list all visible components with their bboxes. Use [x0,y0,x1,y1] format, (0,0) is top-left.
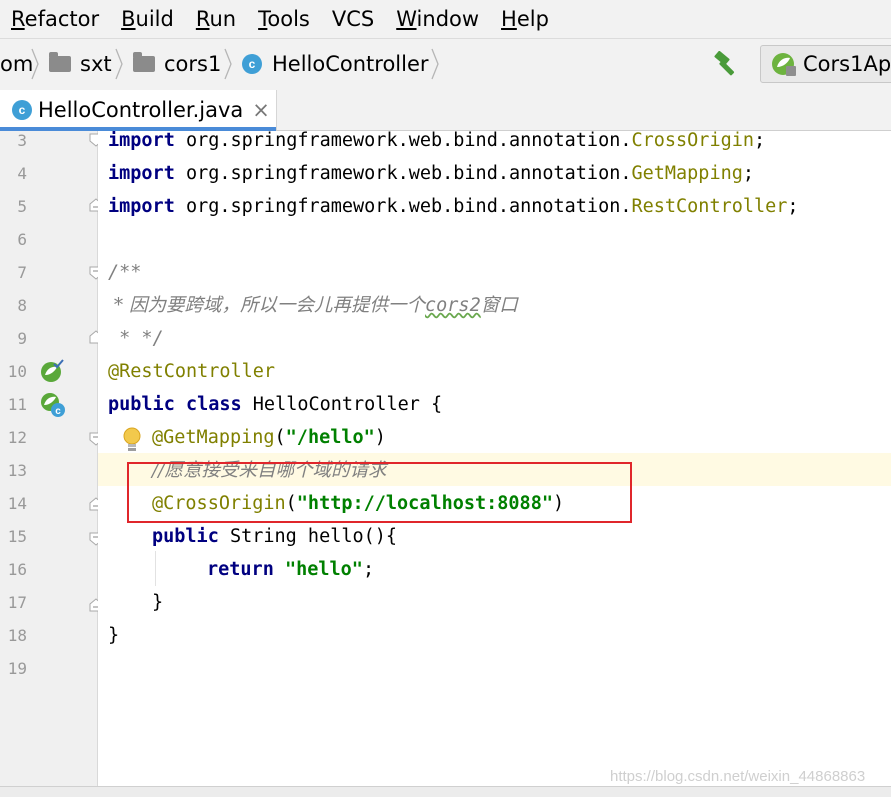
code-line-7: /** [108,262,142,283]
code-line-17: } [152,592,164,613]
menu-run[interactable]: Run [185,7,247,31]
editor-tab-bar: c HelloController.java × [0,88,891,130]
code-line-11: public class HelloController { [108,394,443,415]
code-line-16: return "hello"; [207,559,375,580]
line-number: 16 [7,560,27,579]
line-number: 14 [7,494,27,513]
menu-bar: Refactor Build Run Tools VCS Window Help [0,0,891,38]
breadcrumb-sxt[interactable]: sxt [49,39,112,89]
line-number: 13 [7,461,27,480]
line-number: 3 [17,131,27,150]
line-number: 7 [17,263,27,282]
tab-hellocontroller-java[interactable]: c HelloController.java × [0,90,277,130]
line-number: 4 [17,164,27,183]
chevron-right-icon [31,48,39,80]
folder-icon [49,52,71,72]
line-number: 19 [7,659,27,678]
code-editor[interactable]: import org.springframework.web.bind.anno… [98,131,891,786]
code-line-4: import org.springframework.web.bind.anno… [108,163,755,184]
folder-icon [133,52,155,72]
chevron-right-icon [224,48,232,80]
code-line-18: } [108,625,120,646]
line-number: 12 [7,428,27,447]
svg-text:c: c [55,406,61,417]
highlight-annotation-box [127,462,632,523]
indent-guide [155,551,156,586]
spring-bean-icon[interactable] [40,359,64,383]
line-number: 10 [7,362,27,381]
chevron-right-icon [115,48,123,80]
chevron-right-icon [431,48,439,80]
menu-vcs[interactable]: VCS [321,7,385,31]
line-number: 17 [7,593,27,612]
run-configuration-selector[interactable]: Cors1Ap [760,45,891,83]
build-hammer-icon[interactable] [712,51,740,77]
breadcrumb-cors1[interactable]: cors1 [133,39,221,89]
menu-refactor[interactable]: Refactor [0,7,110,31]
spring-boot-icon [772,53,796,76]
line-number: 5 [17,197,27,216]
code-line-3: import org.springframework.web.bind.anno… [108,131,766,151]
breadcrumb-root[interactable]: om [0,39,33,89]
close-icon[interactable]: × [252,98,270,122]
breadcrumb-hellocontroller[interactable]: c HelloController [242,39,429,89]
navigation-bar: om sxt cors1 c HelloController Cors1Ap [0,38,891,89]
bottom-status-strip [0,786,891,797]
editor-gutter: 3 4 5 6 7 8 9 10 11 12 13 14 15 16 17 18… [0,131,97,786]
class-icon: c [12,100,32,120]
line-number: 9 [17,329,27,348]
line-number: 11 [7,395,27,414]
line-number: 18 [7,626,27,645]
line-number: 15 [7,527,27,546]
line-number: 8 [17,296,27,315]
code-line-15: public String hello(){ [152,526,398,547]
code-line-12: @GetMapping("/hello") [152,427,386,448]
menu-help[interactable]: Help [490,7,560,31]
menu-build[interactable]: Build [110,7,185,31]
code-line-9: * */ [108,328,164,349]
lightbulb-icon[interactable] [121,426,143,454]
menu-tools[interactable]: Tools [247,7,321,31]
code-line-8: * 因为要跨域，所以一会儿再提供一个cors2窗口 [108,295,518,316]
menu-window[interactable]: Window [385,7,490,31]
line-number: 6 [17,230,27,249]
watermark: https://blog.csdn.net/weixin_44868863 [610,768,866,785]
code-line-5: import org.springframework.web.bind.anno… [108,196,799,217]
spring-controller-icon[interactable]: c [40,392,66,418]
code-line-10: @RestController [108,361,276,382]
class-icon: c [242,54,262,74]
